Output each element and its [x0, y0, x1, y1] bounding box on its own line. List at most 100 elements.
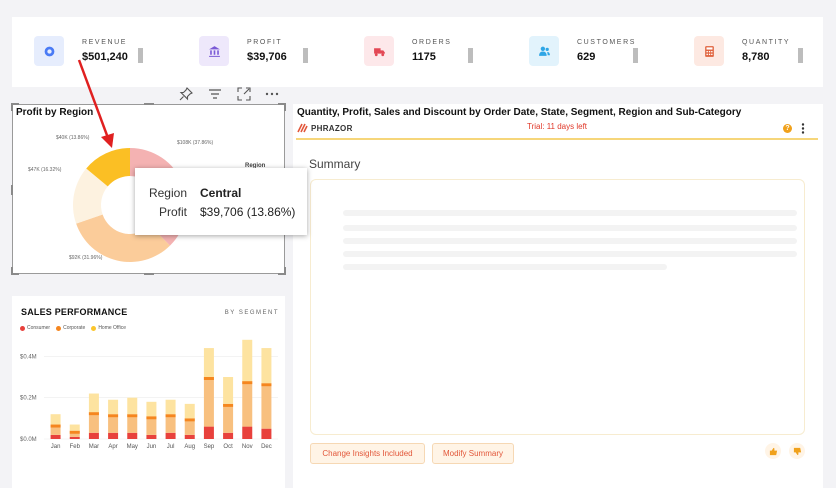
kpi-sparkbar [303, 48, 308, 63]
bar-segment-consumer[interactable] [261, 428, 272, 439]
thumbs-up-icon [769, 447, 777, 455]
bar-segment-corporate[interactable] [203, 377, 214, 427]
kpi-label: PROFIT [247, 39, 283, 46]
donut-data-label: $40K (13.86%) [56, 135, 90, 141]
kpi-strip: REVENUE $501,240 PROFIT $39,706 ORDERS 1175 CU… [12, 17, 823, 87]
bar-segment-band [69, 430, 80, 434]
kpi-value: $501,240 [82, 51, 128, 63]
resize-handle-top[interactable] [144, 103, 154, 105]
resize-handle-bl-v[interactable] [11, 267, 13, 275]
bar-segment-home-office[interactable] [184, 403, 195, 419]
bar-segment-corporate[interactable] [223, 403, 234, 433]
bar-segment-home-office[interactable] [108, 399, 119, 415]
x-tick-label: Sep [204, 444, 215, 450]
change-insights-button[interactable]: Change Insights Included [310, 443, 425, 464]
phrazor-panel: Quantity, Profit, Sales and Discount by … [293, 104, 823, 488]
sales-performance-card[interactable]: SALES PERFORMANCE BY SEGMENT Consumer Cor… [12, 296, 285, 488]
bar-segment-consumer[interactable] [242, 426, 253, 439]
bar-segment-consumer[interactable] [146, 434, 157, 439]
kpi-label: QUANTITY [742, 39, 791, 46]
users-icon [529, 36, 559, 66]
bar-segment-home-office[interactable] [261, 348, 272, 384]
x-tick-label: Apr [108, 444, 117, 450]
bar-segment-corporate[interactable] [261, 383, 272, 429]
kpi-value: 8,780 [742, 51, 770, 63]
kpi-sparkbar [468, 48, 473, 63]
bar-segment-consumer[interactable] [108, 432, 119, 439]
tooltip-value-region: Central [200, 186, 242, 200]
kpi-sparkbar [138, 48, 143, 63]
kpi-value: $39,706 [247, 51, 287, 63]
modify-summary-button[interactable]: Modify Summary [432, 443, 514, 464]
bar-segment-home-office[interactable] [203, 348, 214, 377]
coin-icon [34, 36, 64, 66]
x-tick-label: Oct [223, 444, 233, 450]
bar-segment-consumer[interactable] [50, 434, 61, 439]
donut-data-label: $108K (37.86%) [177, 140, 214, 146]
y-tick-label: $0.4M [20, 354, 37, 360]
panel-title: Quantity, Profit, Sales and Discount by … [297, 107, 742, 118]
loading-line [343, 225, 797, 231]
bar-segment-band [127, 414, 138, 418]
visual-toolbar [178, 86, 282, 102]
loading-line [343, 238, 797, 244]
bar-segment-home-office[interactable] [50, 414, 61, 425]
x-tick-label: Jun [147, 444, 157, 450]
kpi-label: ORDERS [412, 39, 452, 46]
bar-segment-band [88, 412, 99, 416]
kebab-menu-icon[interactable] [800, 123, 806, 134]
resize-handle-tr-v[interactable] [284, 103, 286, 111]
loading-line [343, 251, 797, 257]
thumbs-down-icon [793, 447, 801, 455]
pin-icon[interactable] [178, 86, 194, 102]
bar-segment-corporate[interactable] [242, 381, 253, 427]
loading-line [343, 264, 667, 270]
kpi-value: 1175 [412, 51, 436, 63]
thumbs-down-button[interactable] [789, 443, 805, 459]
donut-data-label: $47K (16.32%) [28, 167, 62, 173]
x-tick-label: Nov [242, 444, 253, 450]
resize-handle-left[interactable] [11, 185, 13, 195]
x-tick-label: Jul [167, 444, 175, 450]
bar-segment-band [165, 414, 176, 418]
help-icon[interactable]: ? [783, 124, 792, 133]
resize-handle-bottom[interactable] [144, 273, 154, 275]
bar-segment-consumer[interactable] [165, 432, 176, 439]
bar-segment-home-office[interactable] [88, 393, 99, 413]
bar-segment-home-office[interactable] [242, 339, 253, 382]
bar-segment-home-office[interactable] [165, 399, 176, 415]
bar-segment-home-office[interactable] [127, 397, 138, 415]
bar-segment-home-office[interactable] [223, 377, 234, 404]
bar-segment-consumer[interactable] [184, 434, 195, 439]
bar-segment-consumer[interactable] [69, 436, 80, 439]
more-options-icon[interactable] [264, 86, 280, 102]
tooltip-key-region: Region [148, 186, 187, 200]
x-tick-label: Feb [70, 444, 81, 450]
bar-segment-consumer[interactable] [203, 426, 214, 439]
x-tick-label: May [127, 444, 138, 450]
phrazor-logo-icon [297, 123, 308, 133]
bank-icon [199, 36, 229, 66]
y-tick-label: $0.2M [20, 396, 37, 402]
calculator-icon [694, 36, 724, 66]
kpi-label: CUSTOMERS [577, 39, 636, 46]
sales-bar-chart[interactable]: $0.0M$0.2M$0.4MJan Feb Mar Apr May Jun Jul Aug S… [12, 296, 285, 488]
resize-handle-tl-v[interactable] [11, 103, 13, 111]
bar-segment-corporate[interactable] [88, 412, 99, 433]
bar-segment-consumer[interactable] [127, 432, 138, 439]
bar-segment-band [184, 418, 195, 422]
bar-segment-home-office[interactable] [69, 424, 80, 431]
resize-handle-br-v[interactable] [284, 267, 286, 275]
thumbs-up-button[interactable] [765, 443, 781, 459]
filter-icon[interactable] [207, 86, 223, 102]
bar-segment-band [50, 424, 61, 428]
bar-segment-home-office[interactable] [146, 401, 157, 417]
focus-mode-icon[interactable] [236, 86, 252, 102]
bar-segment-band [223, 403, 234, 407]
kpi-label: REVENUE [82, 39, 128, 46]
x-tick-label: Aug [184, 444, 195, 450]
bar-segment-consumer[interactable] [223, 432, 234, 439]
x-tick-label: Mar [89, 444, 99, 450]
bar-segment-consumer[interactable] [88, 432, 99, 439]
kpi-sparkbar [798, 48, 803, 63]
